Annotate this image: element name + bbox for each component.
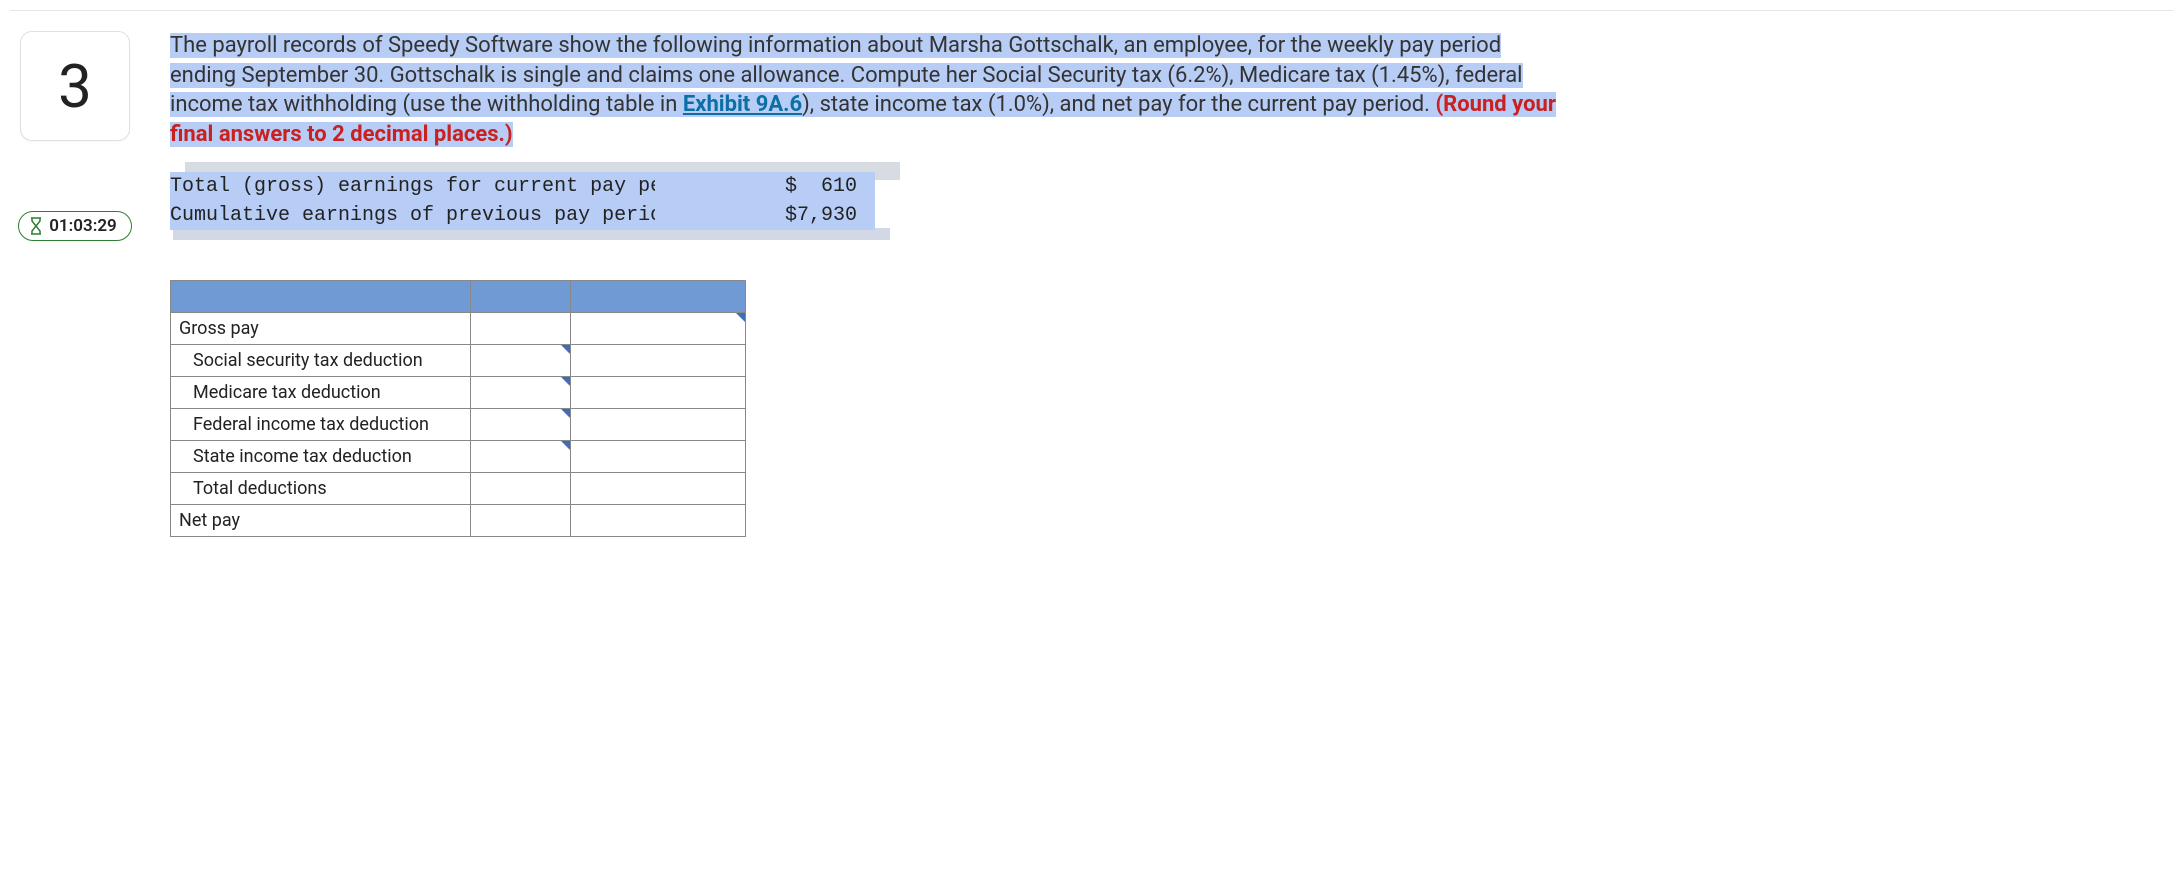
question-number-text: 3 bbox=[58, 51, 92, 122]
row-label: State income tax deduction bbox=[171, 440, 471, 472]
input-indicator-icon bbox=[561, 345, 570, 354]
empty-cell bbox=[471, 472, 571, 504]
table-header-cell bbox=[171, 280, 471, 312]
given-value: $7,930 bbox=[785, 201, 875, 230]
table-row: Total deductions bbox=[171, 472, 746, 504]
deduction-input[interactable] bbox=[471, 440, 571, 472]
given-value: $ 610 bbox=[785, 172, 875, 201]
empty-cell bbox=[471, 312, 571, 344]
top-divider bbox=[10, 10, 2173, 11]
input-indicator-icon bbox=[561, 377, 570, 386]
empty-cell bbox=[571, 408, 746, 440]
question-layout: 3 01:03:29 The payroll records of Speedy… bbox=[10, 31, 2173, 537]
left-sidebar: 3 01:03:29 bbox=[10, 31, 140, 241]
table-row: Social security tax deduction bbox=[171, 344, 746, 376]
empty-cell bbox=[571, 344, 746, 376]
problem-text-part2: ), state income tax (1.0%), and net pay … bbox=[802, 92, 1435, 117]
given-row: Total (gross) earnings for current pay p… bbox=[170, 172, 875, 201]
table-header-cell bbox=[471, 280, 571, 312]
empty-cell bbox=[571, 472, 746, 504]
hourglass-icon bbox=[29, 217, 43, 235]
deduction-input[interactable] bbox=[471, 344, 571, 376]
empty-cell bbox=[571, 376, 746, 408]
question-number-badge: 3 bbox=[20, 31, 130, 141]
empty-cell bbox=[571, 440, 746, 472]
given-label: Cumulative earnings of previous pay peri… bbox=[170, 201, 655, 230]
row-label: Gross pay bbox=[171, 312, 471, 344]
row-label: Net pay bbox=[171, 504, 471, 536]
deduction-input[interactable] bbox=[471, 376, 571, 408]
given-label: Total (gross) earnings for current pay p… bbox=[170, 172, 655, 201]
given-row: Cumulative earnings of previous pay peri… bbox=[170, 201, 875, 230]
row-label: Social security tax deduction bbox=[171, 344, 471, 376]
empty-cell bbox=[471, 504, 571, 536]
input-indicator-icon bbox=[561, 441, 570, 450]
answer-table: Gross paySocial security tax deductionMe… bbox=[170, 280, 746, 537]
row-label: Federal income tax deduction bbox=[171, 408, 471, 440]
timer-pill: 01:03:29 bbox=[18, 211, 132, 241]
table-row: Federal income tax deduction bbox=[171, 408, 746, 440]
input-indicator-icon bbox=[736, 313, 745, 322]
given-data-block: Total (gross) earnings for current pay p… bbox=[170, 172, 875, 230]
table-row: State income tax deduction bbox=[171, 440, 746, 472]
table-header-row bbox=[171, 280, 746, 312]
row-label: Medicare tax deduction bbox=[171, 376, 471, 408]
table-header-cell bbox=[571, 280, 746, 312]
empty-cell bbox=[571, 504, 746, 536]
timer-value: 01:03:29 bbox=[49, 216, 117, 236]
row-label: Total deductions bbox=[171, 472, 471, 504]
exhibit-link[interactable]: Exhibit 9A.6 bbox=[683, 92, 802, 117]
amount-input[interactable] bbox=[571, 312, 746, 344]
table-row: Gross pay bbox=[171, 312, 746, 344]
input-indicator-icon bbox=[561, 409, 570, 418]
table-row: Medicare tax deduction bbox=[171, 376, 746, 408]
problem-statement: The payroll records of Speedy Software s… bbox=[170, 31, 1570, 150]
table-row: Net pay bbox=[171, 504, 746, 536]
main-content: The payroll records of Speedy Software s… bbox=[170, 31, 1570, 537]
deduction-input[interactable] bbox=[471, 408, 571, 440]
